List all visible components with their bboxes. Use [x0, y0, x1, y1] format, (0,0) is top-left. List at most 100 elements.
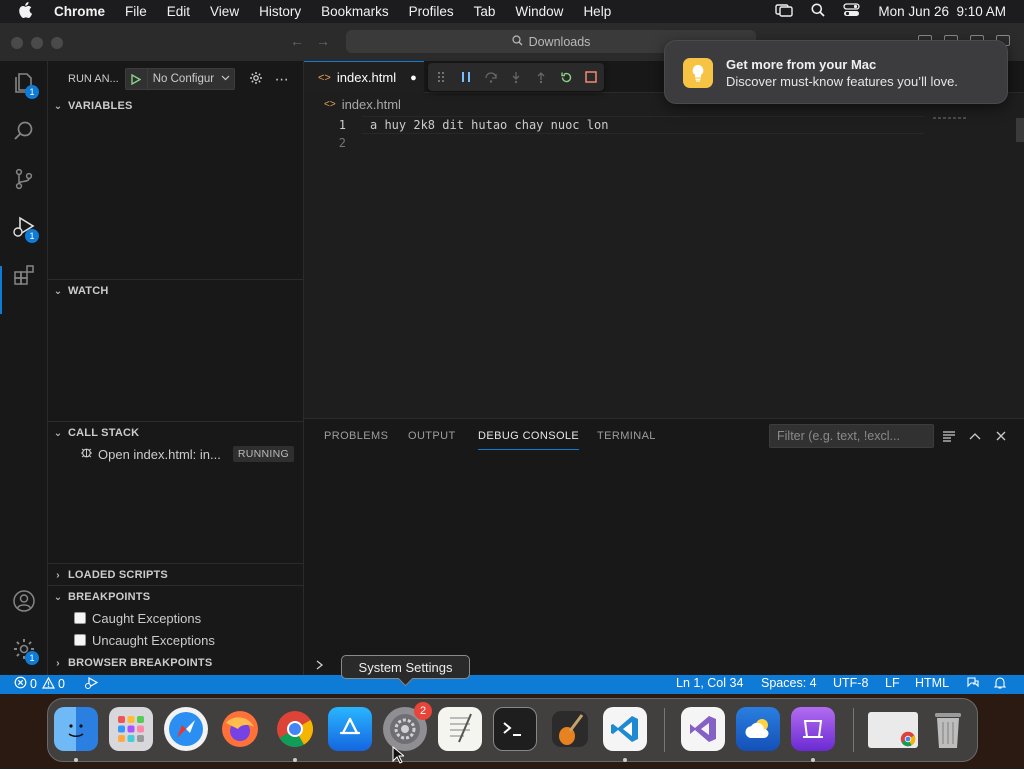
safari-icon[interactable] — [164, 707, 208, 751]
search-icon[interactable] — [10, 117, 38, 145]
minimap[interactable] — [933, 117, 966, 119]
debug-status-icon[interactable] — [84, 676, 98, 689]
more-actions-icon[interactable]: ⋯ — [275, 71, 290, 88]
problems-status[interactable]: 0 0 — [14, 676, 65, 692]
app-store-icon[interactable] — [328, 707, 372, 751]
menu-file[interactable]: File — [125, 4, 147, 19]
eol-status[interactable]: LF — [885, 676, 900, 690]
menu-tab[interactable]: Tab — [474, 4, 496, 19]
spotlight-search-icon[interactable] — [811, 3, 826, 20]
window-zoom-button[interactable] — [51, 37, 63, 49]
purple-app-icon[interactable] — [791, 707, 835, 751]
start-debugging-icon[interactable] — [126, 69, 148, 89]
garageband-icon[interactable] — [548, 707, 592, 751]
cursor-position[interactable]: Ln 1, Col 34 — [676, 676, 743, 690]
uncaught-exceptions-checkbox[interactable] — [74, 634, 86, 646]
open-launch-json-gear-icon[interactable] — [249, 71, 263, 88]
trash-icon[interactable] — [926, 707, 970, 751]
launch-config-picker[interactable]: No Configur — [124, 68, 235, 90]
breakpoints-section-header[interactable]: ⌄ BREAKPOINTS — [48, 586, 304, 608]
vscode-icon[interactable] — [603, 707, 647, 751]
launchpad-icon[interactable] — [109, 707, 153, 751]
source-control-icon[interactable] — [10, 165, 38, 193]
menu-edit[interactable]: Edit — [167, 4, 190, 19]
restart-icon[interactable] — [554, 64, 579, 90]
step-out-icon[interactable] — [529, 64, 554, 90]
maximize-panel-icon[interactable] — [966, 427, 984, 445]
tab-problems[interactable]: PROBLEMS — [324, 430, 388, 442]
launch-config-select[interactable]: No Configur — [148, 73, 234, 85]
uncaught-exceptions-row[interactable]: Uncaught Exceptions — [74, 629, 215, 651]
code-line[interactable]: a huy 2k8 dit hutao chay nuoc lon — [370, 118, 608, 132]
tab-debug-console[interactable]: DEBUG CONSOLE — [478, 430, 580, 450]
console-filter-input[interactable]: Filter (e.g. text, !excl... — [769, 424, 934, 448]
call-stack-session-row[interactable]: Open index.html: in... RUNNING — [48, 443, 304, 465]
clock-datetime[interactable]: Mon Jun 26 9:10 AM — [878, 4, 1006, 19]
warning-count: 0 — [57, 677, 65, 691]
run-and-debug-header: RUN AN... No Configur ⋯ — [68, 68, 290, 90]
extensions-icon[interactable] — [10, 261, 38, 289]
pause-icon[interactable] — [453, 64, 478, 90]
breadcrumb-file[interactable]: index.html — [342, 97, 401, 112]
breadcrumb[interactable]: <> index.html — [324, 97, 401, 112]
menu-view[interactable]: View — [210, 4, 239, 19]
forward-arrow-icon[interactable]: → — [316, 33, 330, 49]
clear-console-icon[interactable] — [940, 427, 958, 445]
chevron-down-icon: ⌄ — [53, 285, 63, 297]
feedback-icon[interactable] — [966, 676, 980, 689]
menu-window[interactable]: Window — [515, 4, 563, 19]
status-badge: RUNNING — [232, 446, 294, 462]
tab-output[interactable]: OUTPUT — [408, 430, 456, 442]
chrome-icon[interactable] — [273, 707, 317, 751]
menu-history[interactable]: History — [259, 4, 301, 19]
step-over-icon[interactable] — [478, 64, 503, 90]
variables-section-header[interactable]: ⌄ VARIABLES — [48, 95, 304, 117]
watch-section-header[interactable]: ⌄ WATCH — [48, 280, 304, 302]
browser-breakpoints-section-header[interactable]: › BROWSER BREAKPOINTS — [48, 652, 304, 674]
accounts-icon[interactable] — [10, 587, 38, 615]
terminal-icon[interactable] — [493, 707, 537, 751]
mouse-cursor-icon — [392, 745, 406, 769]
notifications-bell-icon[interactable] — [994, 676, 1006, 689]
menu-bookmarks[interactable]: Bookmarks — [321, 4, 389, 19]
unsaved-dot-icon[interactable]: ● — [410, 72, 417, 84]
debug-toolbar — [428, 63, 604, 91]
line-number: 1 — [338, 118, 346, 132]
console-prompt-chevron-icon[interactable] — [316, 659, 324, 673]
apple-menu-icon[interactable] — [18, 1, 40, 22]
back-arrow-icon[interactable]: ← — [290, 33, 304, 49]
language-mode[interactable]: HTML — [915, 676, 949, 690]
menu-profiles[interactable]: Profiles — [409, 4, 454, 19]
minimized-chrome-window[interactable] — [868, 712, 918, 748]
close-panel-icon[interactable] — [992, 427, 1010, 445]
firefox-icon[interactable] — [218, 707, 262, 751]
search-icon — [511, 34, 523, 49]
menu-chrome[interactable]: Chrome — [54, 4, 105, 19]
step-into-icon[interactable] — [503, 64, 528, 90]
loaded-scripts-section-header[interactable]: › LOADED SCRIPTS — [48, 564, 304, 586]
window-minimize-button[interactable] — [31, 37, 43, 49]
visual-studio-icon[interactable] — [681, 707, 725, 751]
tab-index-html[interactable]: <> index.html ● — [304, 61, 424, 93]
finder-icon[interactable] — [54, 707, 98, 751]
encoding-status[interactable]: UTF-8 — [833, 676, 868, 690]
stop-icon[interactable] — [579, 64, 604, 90]
indentation-status[interactable]: Spaces: 4 — [761, 676, 817, 690]
textedit-icon[interactable] — [438, 707, 482, 751]
caught-exceptions-checkbox[interactable] — [74, 612, 86, 624]
weather-icon[interactable] — [736, 707, 780, 751]
tab-terminal[interactable]: TERMINAL — [597, 430, 656, 442]
drag-handle-icon[interactable] — [428, 64, 453, 90]
watch-title: WATCH — [68, 285, 109, 297]
macos-notification[interactable]: Get more from your Mac Discover must-kno… — [664, 40, 1008, 104]
editor-scrollbar[interactable] — [1016, 118, 1024, 142]
line-number: 2 — [338, 136, 346, 150]
caught-exceptions-row[interactable]: Caught Exceptions — [74, 607, 201, 629]
menu-help[interactable]: Help — [583, 4, 611, 19]
window-close-button[interactable] — [11, 37, 23, 49]
running-indicator — [74, 758, 78, 762]
screen-mirroring-icon[interactable] — [775, 3, 794, 20]
call-stack-section-header[interactable]: ⌄ CALL STACK — [48, 422, 304, 444]
debug-sidebar: RUN AN... No Configur ⋯ ⌄ VARIABLES ⌄ WA… — [48, 61, 304, 675]
control-center-icon[interactable] — [843, 3, 861, 20]
